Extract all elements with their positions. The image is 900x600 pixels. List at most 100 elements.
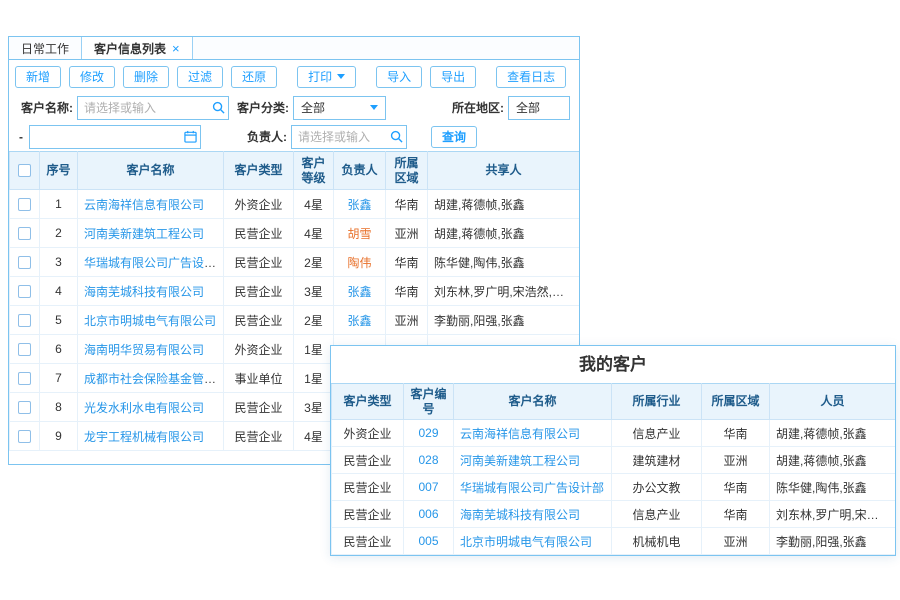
customer-name-link[interactable]: 海南芜城科技有限公司 [460, 508, 580, 522]
query-button[interactable]: 查询 [431, 126, 477, 148]
customer-name-link[interactable]: 华瑞城有限公司广告设计部 [460, 481, 604, 495]
print-button[interactable]: 打印 [297, 66, 356, 88]
owner-link[interactable]: 张鑫 [347, 314, 371, 328]
customer-name-input-text[interactable] [78, 97, 208, 119]
table-row[interactable]: 民营企业005北京市明城电气有限公司机械机电亚洲李勤丽,阳强,张鑫 [332, 528, 896, 555]
export-button[interactable]: 导出 [430, 66, 476, 88]
main-header-row: 序号客户名称客户类型客户等级负责人所属区域共享人 [10, 152, 580, 190]
filter-row-1: 客户名称: 客户分类: 全部 所在地区: 全部 [13, 93, 575, 122]
calendar-icon[interactable] [180, 126, 200, 148]
table-row[interactable]: 1云南海祥信息有限公司外资企业4星张鑫华南胡建,蒋德帧,张鑫 [10, 190, 580, 219]
button-label: 打印 [308, 68, 332, 85]
customer-code-link[interactable]: 028 [418, 453, 438, 467]
region-value: 全部 [516, 99, 540, 116]
restore-button[interactable]: 还原 [231, 66, 277, 88]
owner-link[interactable]: 胡雪 [347, 227, 371, 241]
customer-code-link[interactable]: 005 [418, 534, 438, 548]
add-button[interactable]: 新增 [15, 66, 61, 88]
customer-level-cell: 3星 [294, 277, 334, 306]
tab-daily-work[interactable]: 日常工作 [9, 37, 82, 59]
column-header: 负责人 [334, 152, 386, 190]
customer-name-link[interactable]: 北京市明城电气有限公司 [460, 535, 592, 549]
search-icon[interactable] [208, 97, 228, 119]
customer-category-label: 客户分类: [237, 99, 289, 116]
table-row[interactable]: 外资企业029云南海祥信息有限公司信息产业华南胡建,蒋德帧,张鑫 [332, 420, 896, 447]
customer-type-cell: 民营企业 [224, 393, 294, 422]
shared-people-cell: 胡建,蒋德帧,张鑫 [428, 190, 580, 219]
row-number-cell: 8 [40, 393, 78, 422]
owner-cell: 张鑫 [334, 190, 386, 219]
owner-input-text[interactable] [292, 126, 386, 148]
customer-name-cell: 北京市明城电气有限公司 [454, 528, 612, 555]
import-button[interactable]: 导入 [376, 66, 422, 88]
delete-button[interactable]: 删除 [123, 66, 169, 88]
owner-link[interactable]: 陶伟 [347, 256, 371, 270]
customer-name-link[interactable]: 北京市明城电气有限公司 [84, 314, 216, 328]
row-checkbox[interactable] [18, 343, 31, 356]
customer-name-cell: 河南美新建筑工程公司 [454, 447, 612, 474]
row-checkbox[interactable] [18, 401, 31, 414]
filter-area: 客户名称: 客户分类: 全部 所在地区: 全部 - [9, 93, 579, 151]
row-checkbox-cell [10, 248, 40, 277]
customer-name-link[interactable]: 成都市社会保险基金管理... [84, 372, 224, 386]
row-checkbox[interactable] [18, 285, 31, 298]
customer-code-link[interactable]: 007 [418, 480, 438, 494]
date-input[interactable] [29, 125, 201, 149]
customer-name-link[interactable]: 光发水利水电有限公司 [84, 401, 204, 415]
table-row[interactable]: 5北京市明城电气有限公司民营企业2星张鑫亚洲李勤丽,阳强,张鑫 [10, 306, 580, 335]
table-row[interactable]: 2河南美新建筑工程公司民营企业4星胡雪亚洲胡建,蒋德帧,张鑫 [10, 219, 580, 248]
owner-label: 负责人: [247, 128, 287, 145]
customer-name-link[interactable]: 河南美新建筑工程公司 [84, 227, 204, 241]
tab-customer-list[interactable]: 客户信息列表× [82, 37, 193, 59]
owner-input[interactable] [291, 125, 407, 149]
row-checkbox[interactable] [18, 430, 31, 443]
customer-name-link[interactable]: 龙宇工程机械有限公司 [84, 430, 204, 444]
customer-name-link[interactable]: 华瑞城有限公司广告设计部 [84, 256, 224, 270]
table-row[interactable]: 4海南芜城科技有限公司民营企业3星张鑫华南刘东林,罗广明,宋浩然,张鑫 [10, 277, 580, 306]
customer-name-input[interactable] [77, 96, 229, 120]
row-checkbox[interactable] [18, 198, 31, 211]
customer-code-cell: 028 [404, 447, 454, 474]
region-cell: 亚洲 [702, 447, 770, 474]
customer-type-cell: 民营企业 [224, 219, 294, 248]
filter-button[interactable]: 过滤 [177, 66, 223, 88]
row-checkbox-cell [10, 219, 40, 248]
customer-name-link[interactable]: 海南芜城科技有限公司 [84, 285, 204, 299]
region-select[interactable]: 全部 [508, 96, 570, 120]
owner-link[interactable]: 张鑫 [347, 285, 371, 299]
customer-category-select[interactable]: 全部 [293, 96, 386, 120]
date-input-text[interactable] [30, 126, 180, 148]
table-row[interactable]: 民营企业028河南美新建筑工程公司建筑建材亚洲胡建,蒋德帧,张鑫 [332, 447, 896, 474]
row-number-cell: 7 [40, 364, 78, 393]
region-label: 所在地区: [452, 99, 504, 116]
search-icon[interactable] [386, 126, 406, 148]
column-header: 人员 [770, 384, 896, 420]
owner-link[interactable]: 张鑫 [347, 198, 371, 212]
row-checkbox[interactable] [18, 372, 31, 385]
edit-button[interactable]: 修改 [69, 66, 115, 88]
button-label: 修改 [80, 68, 104, 85]
customer-code-link[interactable]: 029 [418, 426, 438, 440]
close-icon[interactable]: × [172, 42, 180, 55]
customer-name-link[interactable]: 海南明华贸易有限公司 [84, 343, 204, 357]
customer-name-link[interactable]: 河南美新建筑工程公司 [460, 454, 580, 468]
table-row[interactable]: 民营企业007华瑞城有限公司广告设计部办公文教华南陈华健,陶伟,张鑫 [332, 474, 896, 501]
table-row[interactable]: 3华瑞城有限公司广告设计部民营企业2星陶伟华南陈华健,陶伟,张鑫 [10, 248, 580, 277]
customer-level-cell: 1星 [294, 335, 334, 364]
row-checkbox[interactable] [18, 256, 31, 269]
column-header: 所属行业 [612, 384, 702, 420]
customer-name-cell: 河南美新建筑工程公司 [78, 219, 224, 248]
customer-name-cell: 海南明华贸易有限公司 [78, 335, 224, 364]
row-checkbox[interactable] [18, 314, 31, 327]
view-log-button[interactable]: 查看日志 [496, 66, 566, 88]
button-label: 还原 [242, 68, 266, 85]
column-header: 客户类型 [224, 152, 294, 190]
customer-code-link[interactable]: 006 [418, 507, 438, 521]
customer-name-link[interactable]: 云南海祥信息有限公司 [460, 427, 580, 441]
table-row[interactable]: 民营企业006海南芜城科技有限公司信息产业华南刘东林,罗广明,宋浩然... [332, 501, 896, 528]
row-checkbox[interactable] [18, 227, 31, 240]
customer-name-link[interactable]: 云南海祥信息有限公司 [84, 198, 204, 212]
select-all-checkbox[interactable] [18, 164, 31, 177]
my-header-row: 客户类型客户编号客户名称所属行业所属区域人员 [332, 384, 896, 420]
shared-people-cell: 胡建,蒋德帧,张鑫 [428, 219, 580, 248]
